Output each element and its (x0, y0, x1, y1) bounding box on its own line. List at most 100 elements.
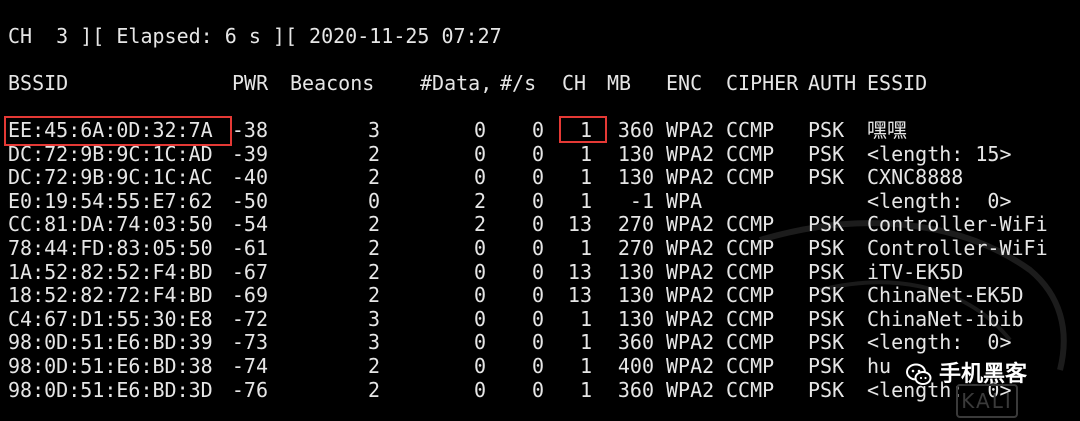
bssid-cell: CC:81:DA:74:03:50 (8, 212, 213, 237)
mb-cell: 400 (617, 353, 654, 378)
data-cell: 0 (473, 235, 486, 260)
bssid-cell: E0:19:54:55:E7:62 (8, 188, 213, 213)
rate-cell: 0 (531, 188, 544, 213)
ch-cell: 1 (579, 165, 592, 190)
ch-cell: 1 (579, 235, 592, 260)
cipher-cell: CCMP (726, 165, 775, 190)
bssid-cell: 98:0D:51:E6:BD:3D (8, 377, 213, 402)
ch-cell: 1 (579, 188, 592, 213)
mb-cell: 270 (617, 235, 654, 260)
header-bssid: BSSID (8, 71, 69, 95)
cipher-cell: CCMP (726, 283, 775, 308)
enc-cell: WPA2 (666, 118, 715, 142)
pwr-cell: -69 (231, 283, 268, 308)
essid-cell: iTV-EK5D (867, 259, 964, 284)
header-cipher: CIPHER (726, 71, 799, 95)
beacons-cell: 2 (367, 377, 380, 402)
header-auth: AUTH (808, 71, 857, 95)
data-cell: 0 (473, 118, 486, 142)
table-row: CC:81:DA:74:03:50 -54 2 2 0 13 270 WPA2 … (8, 213, 1068, 237)
beacons-cell: 3 (367, 118, 380, 142)
essid-cell: 嘿嘿 (867, 118, 907, 142)
watermark: 手机黑客 (905, 355, 1027, 395)
rate-cell: 0 (531, 283, 544, 308)
terminal-window: CH 3 ][ Elapsed: 6 s ][ 2020-11-25 07:27… (0, 0, 1080, 421)
bssid-cell: C4:67:D1:55:30:E8 (8, 306, 213, 331)
data-cell: 0 (473, 141, 486, 166)
essid-cell: <length: 0> (867, 330, 1012, 355)
bssid-highlight-box (4, 116, 232, 146)
mb-cell: 130 (617, 306, 654, 331)
rate-cell: 0 (531, 259, 544, 284)
bssid-cell: DC:72:9B:9C:1C:AD (8, 141, 213, 166)
data-cell: 2 (473, 212, 486, 237)
pwr-cell: -76 (231, 377, 268, 402)
enc-cell: WPA2 (666, 165, 715, 190)
table-row: E0:19:54:55:E7:62 -50 0 2 0 1 -1 WPA <le… (8, 188, 1068, 214)
cipher-cell: CCMP (726, 259, 775, 284)
essid-cell: Controller-WiFi (867, 235, 1048, 260)
ch-cell: 13 (567, 259, 592, 284)
cipher-cell: CCMP (726, 330, 775, 355)
pwr-cell: -67 (231, 259, 268, 284)
pwr-cell: -40 (231, 165, 268, 190)
auth-cell: PSK (808, 165, 845, 190)
rate-cell: 0 (531, 306, 544, 331)
table-row: 18:52:82:72:F4:BD -69 2 0 0 13 130 WPA2 … (8, 284, 1068, 308)
table-row: DC:72:9B:9C:1C:AD -39 2 0 0 1 130 WPA2 C… (8, 141, 1068, 167)
pwr-cell: -38 (231, 118, 268, 142)
beacons-cell: 2 (367, 283, 380, 308)
table-header: BSSID PWR Beacons #Data, #/s CH MB ENC C… (8, 71, 927, 96)
bssid-cell: 1A:52:82:52:F4:BD (8, 259, 213, 284)
header-essid: ESSID (867, 71, 928, 95)
auth-cell: PSK (808, 306, 845, 331)
beacons-cell: 2 (367, 235, 380, 260)
rate-cell: 0 (531, 141, 544, 166)
rate-cell: 0 (531, 377, 544, 402)
table-row: 78:44:FD:83:05:50 -61 2 0 0 1 270 WPA2 C… (8, 235, 1068, 261)
beacons-cell: 0 (367, 188, 380, 213)
cipher-cell: CCMP (726, 212, 775, 237)
data-cell: 0 (473, 306, 486, 331)
bssid-cell: 78:44:FD:83:05:50 (8, 235, 213, 260)
rate-cell: 0 (531, 212, 544, 237)
pwr-cell: -73 (231, 330, 268, 355)
bssid-cell: 98:0D:51:E6:BD:39 (8, 330, 213, 355)
pwr-cell: -61 (231, 235, 268, 260)
data-cell: 0 (473, 283, 486, 308)
data-cell: 2 (473, 188, 486, 213)
channel-highlight-box (559, 116, 607, 143)
beacons-cell: 2 (367, 165, 380, 190)
enc-cell: WPA2 (666, 141, 715, 166)
cipher-cell: CCMP (726, 141, 775, 166)
auth-cell: PSK (808, 141, 845, 166)
auth-cell: PSK (808, 330, 845, 355)
pwr-cell: -54 (231, 212, 268, 237)
pwr-cell: -39 (231, 141, 268, 166)
header-enc: ENC (666, 71, 703, 95)
header-beacons: Beacons (290, 71, 375, 95)
pwr-cell: -72 (231, 306, 268, 331)
rate-cell: 0 (531, 118, 544, 142)
cipher-cell: CCMP (726, 353, 775, 378)
enc-cell: WPA2 (666, 306, 715, 331)
cipher-cell: CCMP (726, 377, 775, 402)
auth-cell: PSK (808, 212, 845, 237)
bssid-cell: 98:0D:51:E6:BD:38 (8, 353, 213, 378)
mb-cell: 360 (617, 377, 654, 402)
cipher-cell: CCMP (726, 235, 775, 260)
essid-cell: ChinaNet-EK5D (867, 283, 1024, 308)
essid-cell: Controller-WiFi (867, 212, 1048, 237)
auth-cell: PSK (808, 259, 845, 284)
header-mb: MB (607, 71, 632, 95)
beacons-cell: 2 (367, 353, 380, 378)
beacons-cell: 2 (367, 141, 380, 166)
ch-cell: 1 (579, 141, 592, 166)
mb-cell: 360 (617, 118, 654, 142)
ch-cell: 1 (579, 353, 592, 378)
essid-cell: <length: 0> (867, 188, 1012, 213)
watermark-text: 手机黑客 (939, 362, 1028, 388)
mb-cell: 130 (617, 165, 654, 190)
beacons-cell: 3 (367, 330, 380, 355)
mb-cell: 130 (617, 141, 654, 166)
